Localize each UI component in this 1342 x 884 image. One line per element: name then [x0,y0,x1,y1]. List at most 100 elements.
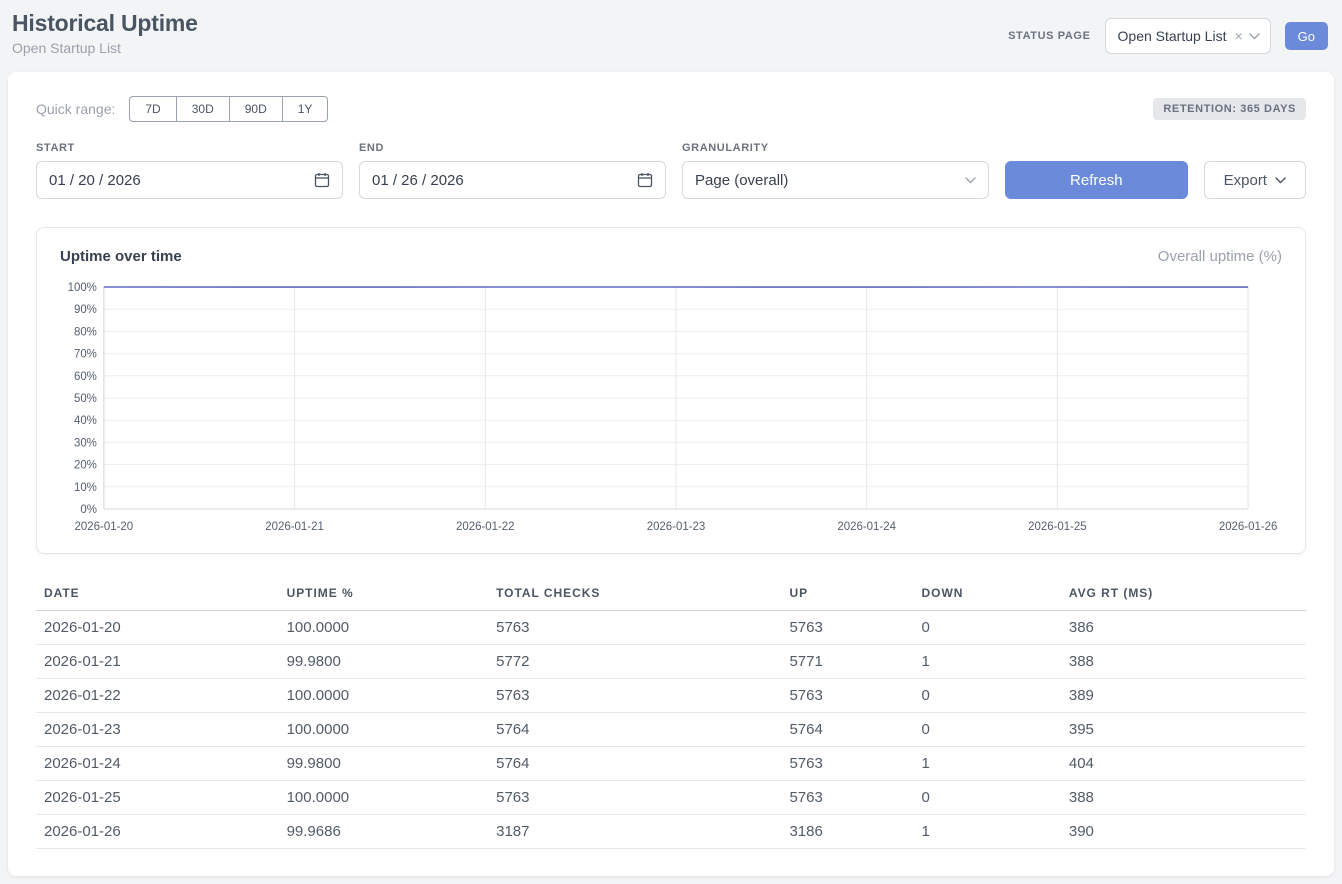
table-row: 2026-01-23100.0000576457640395 [36,713,1306,747]
table-cell: 2026-01-24 [36,747,279,781]
quick-range-row: Quick range: 7D 30D 90D 1Y RETENTION: 36… [36,96,1306,122]
table-cell: 390 [1061,815,1306,849]
svg-text:20%: 20% [74,460,97,472]
clear-selection-icon[interactable]: × [1234,29,1242,43]
export-button[interactable]: Export [1204,161,1306,199]
table-cell: 5763 [781,679,913,713]
controls-row: START 01 / 20 / 2026 END 01 / 26 / 2026 [36,142,1306,199]
table-cell: 99.9800 [279,645,489,679]
quick-range-label: Quick range: [36,101,115,117]
uptime-table-body: 2026-01-20100.00005763576303862026-01-21… [36,611,1306,849]
table-column-header: TOTAL CHECKS [488,578,781,611]
table-cell: 0 [914,781,1061,815]
quick-range-1y-button[interactable]: 1Y [282,96,329,122]
svg-text:2026-01-20: 2026-01-20 [75,521,134,533]
chevron-down-icon [965,177,976,184]
table-cell: 1 [914,645,1061,679]
svg-text:2026-01-25: 2026-01-25 [1028,521,1087,533]
table-cell: 1 [914,815,1061,849]
table-cell: 2026-01-22 [36,679,279,713]
table-row: 2026-01-25100.0000576357630388 [36,781,1306,815]
table-cell: 2026-01-23 [36,713,279,747]
granularity-field: GRANULARITY Page (overall) [682,142,989,199]
table-cell: 5771 [781,645,913,679]
table-cell: 0 [914,679,1061,713]
refresh-button[interactable]: Refresh [1005,161,1188,199]
svg-text:100%: 100% [68,282,97,294]
table-row: 2026-01-2499.9800576457631404 [36,747,1306,781]
uptime-table-head: DATEUPTIME %TOTAL CHECKSUPDOWNAVG RT (MS… [36,578,1306,611]
page-title: Historical Uptime [12,10,198,37]
start-date-field: START 01 / 20 / 2026 [36,142,343,199]
table-cell: 99.9800 [279,747,489,781]
table-cell: 99.9686 [279,815,489,849]
svg-text:2026-01-23: 2026-01-23 [647,521,706,533]
uptime-chart-card: Uptime over time Overall uptime (%) 0% 10… [36,227,1306,554]
end-date-label: END [359,142,666,154]
svg-text:2026-01-26: 2026-01-26 [1219,521,1278,533]
table-cell: 395 [1061,713,1306,747]
table-cell: 389 [1061,679,1306,713]
topbar-right: STATUS PAGE Open Startup List × Go [1008,18,1328,54]
table-column-header: DATE [36,578,279,611]
quick-range-7d-button[interactable]: 7D [129,96,175,122]
status-page-selected-value: Open Startup List [1118,28,1227,44]
table-cell: 0 [914,713,1061,747]
start-date-input[interactable]: 01 / 20 / 2026 [36,161,343,199]
granularity-label: GRANULARITY [682,142,989,154]
uptime-table: DATEUPTIME %TOTAL CHECKSUPDOWNAVG RT (MS… [36,578,1306,849]
table-cell: 2026-01-21 [36,645,279,679]
uptime-chart-svg: 0%10%20%30%40%50%60%70%80%90%100%2026-01… [60,277,1282,539]
end-date-field: END 01 / 26 / 2026 [359,142,666,199]
svg-text:90%: 90% [74,304,97,316]
table-column-header: UP [781,578,913,611]
chart-header: Uptime over time Overall uptime (%) [60,248,1282,265]
table-cell: 5764 [488,713,781,747]
quick-range-90d-button[interactable]: 90D [229,96,282,122]
granularity-selected-value: Page (overall) [695,172,788,189]
table-row: 2026-01-22100.0000576357630389 [36,679,1306,713]
header: Historical Uptime Open Startup List STAT… [0,0,1342,64]
calendar-icon[interactable] [314,172,330,188]
svg-text:50%: 50% [74,393,97,405]
table-cell: 5763 [488,611,781,645]
granularity-select[interactable]: Page (overall) [682,161,989,199]
table-cell: 2026-01-20 [36,611,279,645]
table-cell: 5763 [781,781,913,815]
table-column-header: AVG RT (MS) [1061,578,1306,611]
table-cell: 2026-01-26 [36,815,279,849]
table-row: 2026-01-2199.9800577257711388 [36,645,1306,679]
end-date-input[interactable]: 01 / 26 / 2026 [359,161,666,199]
table-cell: 1 [914,747,1061,781]
table-column-header: DOWN [914,578,1061,611]
svg-text:2026-01-24: 2026-01-24 [837,521,896,533]
table-cell: 100.0000 [279,611,489,645]
table-row: 2026-01-2699.9686318731861390 [36,815,1306,849]
status-page-select[interactable]: Open Startup List × [1105,18,1271,54]
table-cell: 5764 [781,713,913,747]
svg-text:60%: 60% [74,371,97,383]
end-date-value: 01 / 26 / 2026 [372,172,464,189]
table-cell: 2026-01-25 [36,781,279,815]
table-cell: 3187 [488,815,781,849]
table-cell: 5763 [781,611,913,645]
table-cell: 388 [1061,645,1306,679]
quick-range-segmented-control: 7D 30D 90D 1Y [129,96,328,122]
quick-range-30d-button[interactable]: 30D [176,96,229,122]
page-subtitle: Open Startup List [12,40,198,56]
go-button[interactable]: Go [1285,22,1328,50]
calendar-icon[interactable] [637,172,653,188]
retention-badge: RETENTION: 365 DAYS [1153,98,1306,120]
svg-text:10%: 10% [74,482,97,494]
svg-text:2026-01-22: 2026-01-22 [456,521,515,533]
chart-title: Uptime over time [60,248,182,265]
table-cell: 404 [1061,747,1306,781]
svg-text:80%: 80% [74,326,97,338]
svg-text:40%: 40% [74,415,97,427]
table-cell: 100.0000 [279,781,489,815]
chart-legend: Overall uptime (%) [1158,248,1282,265]
table-cell: 388 [1061,781,1306,815]
main-card: Quick range: 7D 30D 90D 1Y RETENTION: 36… [8,72,1334,876]
svg-text:0%: 0% [80,504,97,516]
table-cell: 100.0000 [279,713,489,747]
